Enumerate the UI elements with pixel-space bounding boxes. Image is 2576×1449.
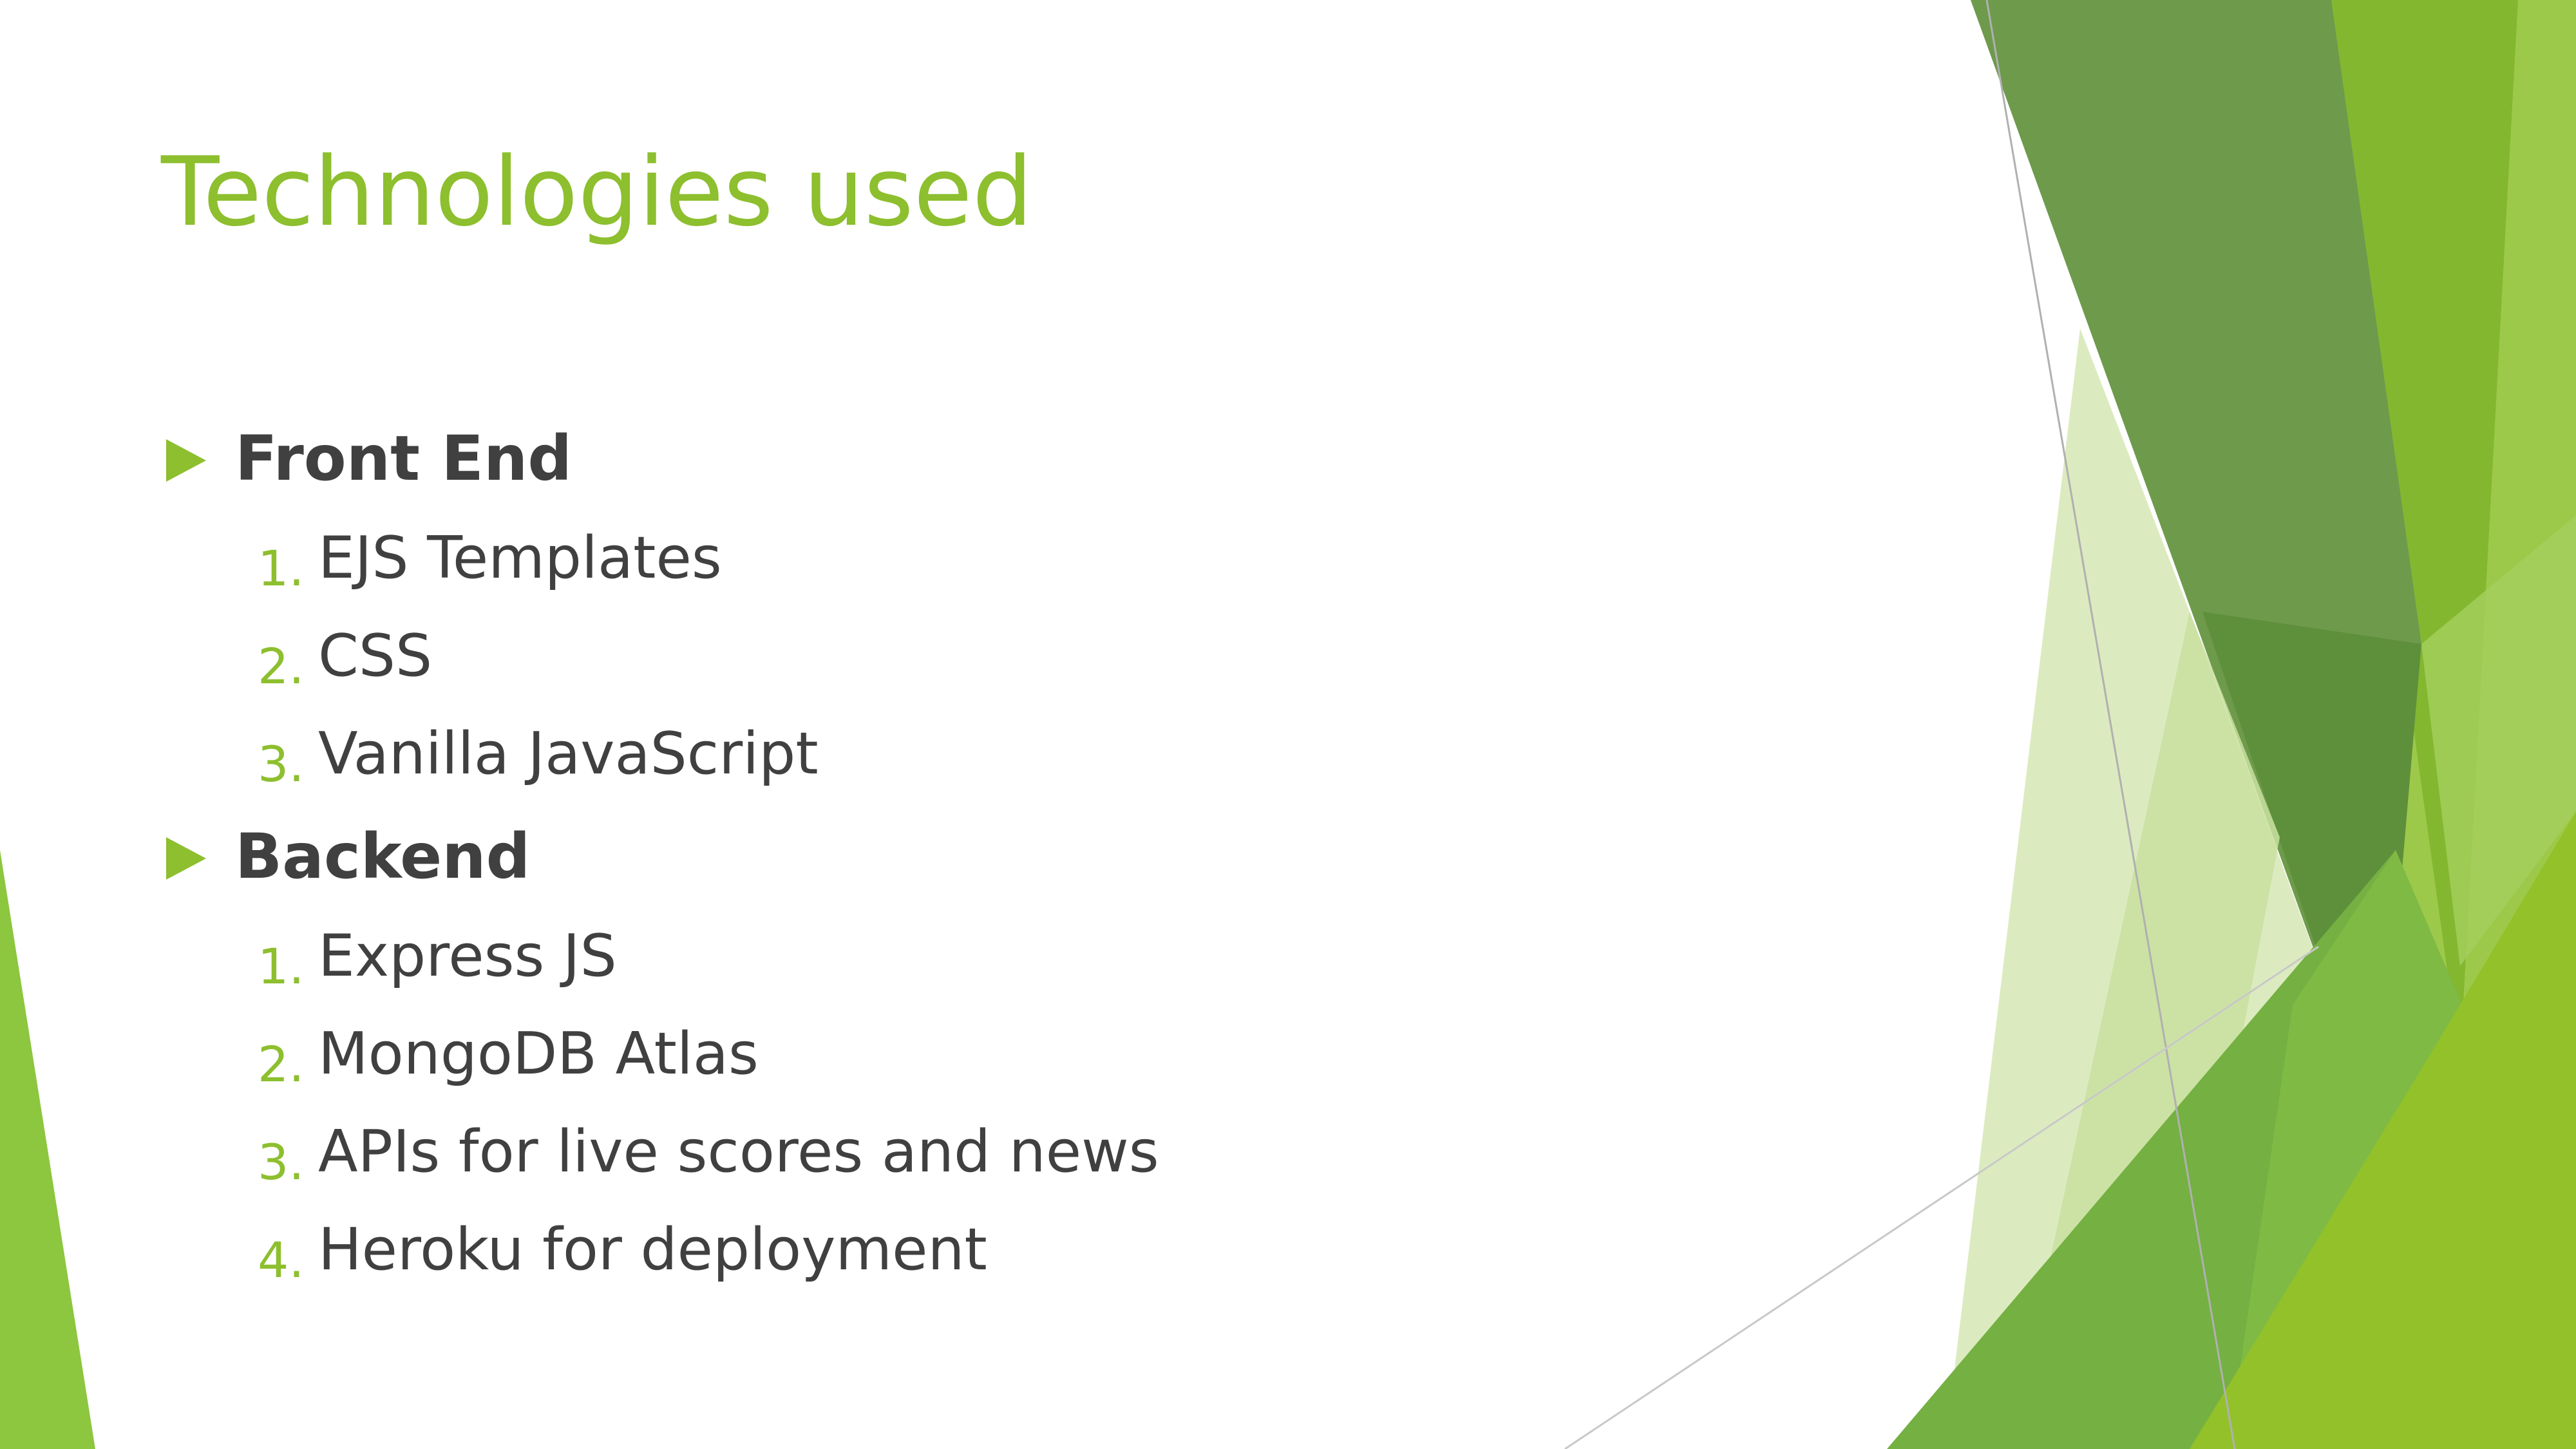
section-heading-front-end: Front End — [235, 422, 573, 495]
list-item-text: Express JS — [318, 922, 617, 990]
section-heading-backend: Backend — [235, 820, 531, 893]
list-item-number: 2. — [258, 1036, 305, 1093]
triangle-right-icon — [166, 837, 206, 880]
triangle-right-icon — [166, 439, 206, 482]
list-item-number: 1. — [258, 540, 305, 597]
list-item-text: EJS Templates — [318, 524, 722, 592]
list-item-text: APIs for live scores and news — [318, 1118, 1159, 1186]
slide-title: Technologies used — [161, 137, 1033, 247]
list-item-number: 4. — [258, 1231, 305, 1289]
list-item-number: 2. — [258, 638, 305, 695]
list-item-number: 1. — [258, 938, 305, 995]
left-green-sliver — [0, 850, 95, 1449]
slide: Technologies used Front End 1. EJS Templ… — [0, 0, 2576, 1449]
list-item-text: Vanilla JavaScript — [318, 720, 819, 788]
list-item-text: MongoDB Atlas — [318, 1020, 759, 1088]
list-item-number: 3. — [258, 735, 305, 793]
list-item-number: 3. — [258, 1133, 305, 1191]
list-item-text: CSS — [318, 622, 433, 690]
list-item-text: Heroku for deployment — [318, 1216, 987, 1283]
